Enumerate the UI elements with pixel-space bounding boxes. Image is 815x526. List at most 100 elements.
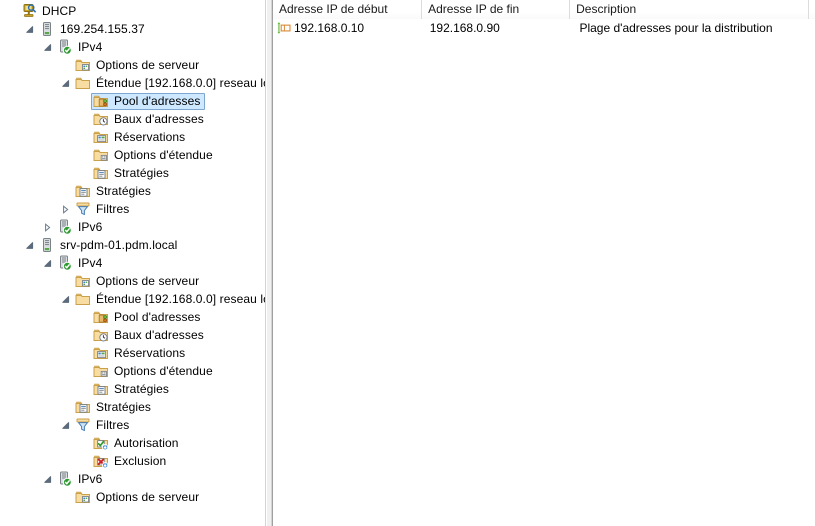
tree-item-scope-options-b[interactable]: Options d'étendue — [0, 362, 265, 380]
collapse-triangle-icon[interactable] — [57, 416, 73, 434]
column-header-filler — [808, 0, 815, 19]
tree-item-label: IPv6 — [78, 220, 103, 234]
tree-item-server-options-c[interactable]: Options de serveur — [0, 488, 265, 506]
folder-scopeopt-icon — [93, 147, 110, 163]
tree-item-filters-a[interactable]: Filtres — [0, 200, 265, 218]
tree-item-pool-b[interactable]: Pool d'adresses — [0, 308, 265, 326]
tree-item-content[interactable]: IPv6 — [55, 471, 106, 488]
tree-item-content[interactable]: IPv4 — [55, 255, 106, 272]
tree-item-deny-b[interactable]: Exclusion — [0, 452, 265, 470]
tree-item-content[interactable]: 169.254.155.37 — [37, 21, 149, 38]
tree-item-server-options-b[interactable]: Options de serveur — [0, 272, 265, 290]
tree-item-content[interactable]: Stratégies — [91, 165, 173, 182]
server-icon — [39, 237, 56, 253]
tree-item-pool-a[interactable]: Pool d'adresses — [0, 92, 265, 110]
collapse-triangle-icon[interactable] — [57, 290, 73, 308]
console-tree-pane[interactable]: DHCP 169.254.155.37 IPv4 Options de serveur… — [0, 0, 266, 526]
tree-item-content[interactable]: Options de serveur — [73, 489, 203, 506]
tree-item-content[interactable]: Stratégies — [91, 381, 173, 398]
tree-item-content[interactable]: DHCP — [19, 3, 80, 20]
server-icon — [39, 21, 56, 37]
collapse-triangle-icon[interactable] — [39, 470, 55, 488]
tree-item-content[interactable]: Options d'étendue — [91, 363, 217, 380]
tree-item-label: Baux d'adresses — [114, 328, 204, 342]
tree-item-scope-options-a[interactable]: Options d'étendue — [0, 146, 265, 164]
tree-item-content[interactable]: Options de serveur — [73, 273, 203, 290]
tree-item-leases-b[interactable]: Baux d'adresses — [0, 326, 265, 344]
tree-item-ipv6-a[interactable]: IPv6 — [0, 218, 265, 236]
folder-pool-icon — [93, 93, 110, 109]
tree-item-label: Réservations — [114, 346, 186, 360]
tree-item-content[interactable]: Stratégies — [73, 399, 155, 416]
tree-item-policies-b2[interactable]: Stratégies — [0, 398, 265, 416]
tree-item-dhcp-root[interactable]: DHCP — [0, 2, 265, 20]
tree-item-content[interactable]: Étendue [192.168.0.0] reseau local — [73, 291, 265, 308]
tree-item-scope-b[interactable]: Étendue [192.168.0.0] reseau local — [0, 290, 265, 308]
tree-item-content[interactable]: Étendue [192.168.0.0] reseau local — [73, 75, 265, 92]
tree-item-server-169[interactable]: 169.254.155.37 — [0, 20, 265, 38]
tree-item-label: Autorisation — [114, 436, 179, 450]
tree-item-allow-b[interactable]: Autorisation — [0, 434, 265, 452]
tree-item-server-options-a[interactable]: Options de serveur — [0, 56, 265, 74]
collapse-triangle-icon[interactable] — [21, 20, 37, 38]
tree-item-content[interactable]: Baux d'adresses — [91, 327, 208, 344]
column-header-end[interactable]: Adresse IP de fin — [422, 0, 571, 19]
tree-item-content[interactable]: Pool d'adresses — [91, 309, 205, 326]
folder-policy-icon — [93, 381, 110, 397]
tree-item-server-srv[interactable]: srv-pdm-01.pdm.local — [0, 236, 265, 254]
tree-item-content[interactable]: Réservations — [91, 129, 189, 146]
column-header-start[interactable]: Adresse IP de début — [273, 0, 423, 19]
filter-icon — [75, 417, 92, 433]
list-body[interactable]: 192.168.0.10 192.168.0.90 Plage d'adresses… — [273, 19, 815, 37]
expand-triangle-icon[interactable] — [57, 200, 73, 218]
tree-item-content[interactable]: Pool d'adresses — [91, 92, 205, 110]
column-header-description[interactable]: Description — [570, 0, 809, 19]
tree-item-content[interactable]: Options de serveur — [73, 57, 203, 74]
folder-reserv-icon — [93, 129, 110, 145]
collapse-triangle-icon[interactable] — [39, 254, 55, 272]
server-ok-icon — [57, 471, 74, 487]
tree-item-ipv4-a[interactable]: IPv4 — [0, 38, 265, 56]
expand-triangle-icon[interactable] — [39, 218, 55, 236]
tree-item-content[interactable]: Stratégies — [73, 183, 155, 200]
tree-item-policies-b1[interactable]: Stratégies — [0, 380, 265, 398]
tree-item-label: IPv4 — [78, 40, 103, 54]
tree-item-ipv6-b[interactable]: IPv6 — [0, 470, 265, 488]
tree-item-scope-a[interactable]: Étendue [192.168.0.0] reseau local — [0, 74, 265, 92]
table-row[interactable]: 192.168.0.10 192.168.0.90 Plage d'adresses… — [273, 19, 815, 37]
collapse-triangle-icon[interactable] — [57, 74, 73, 92]
details-list-pane[interactable]: Adresse IP de début Adresse IP de fin Desc… — [272, 0, 815, 526]
tree-item-ipv4-b[interactable]: IPv4 — [0, 254, 265, 272]
tree-item-content[interactable]: Réservations — [91, 345, 189, 362]
tree-item-content[interactable]: srv-pdm-01.pdm.local — [37, 237, 181, 254]
tree-item-label: Stratégies — [96, 400, 152, 414]
tree-item-policies-a2[interactable]: Stratégies — [0, 182, 265, 200]
tree-item-leases-a[interactable]: Baux d'adresses — [0, 110, 265, 128]
collapse-triangle-icon[interactable] — [21, 236, 37, 254]
folder-options-icon — [75, 57, 92, 73]
tree-item-content[interactable]: Exclusion — [91, 453, 170, 470]
tree-item-reservations-a[interactable]: Réservations — [0, 128, 265, 146]
collapse-triangle-icon[interactable] — [39, 38, 55, 56]
tree-item-content[interactable]: Options d'étendue — [91, 147, 217, 164]
tree-item-content[interactable]: Filtres — [73, 417, 133, 434]
tree-item-content[interactable]: IPv6 — [55, 219, 106, 236]
tree-item-reservations-b[interactable]: Réservations — [0, 344, 265, 362]
tree-item-content[interactable]: Autorisation — [91, 435, 183, 452]
tree-item-filters-b[interactable]: Filtres — [0, 416, 265, 434]
tree-item-content[interactable]: Baux d'adresses — [91, 111, 208, 128]
tree-item-label: Filtres — [96, 418, 130, 432]
tree-item-content[interactable]: IPv4 — [55, 39, 106, 56]
tree-item-policies-a1[interactable]: Stratégies — [0, 164, 265, 182]
folder-clock-icon — [93, 327, 110, 343]
tree-item-label: Filtres — [96, 202, 130, 216]
tree-item-content[interactable]: Filtres — [73, 201, 133, 218]
tree-root: DHCP 169.254.155.37 IPv4 Options de serveur… — [0, 0, 265, 506]
